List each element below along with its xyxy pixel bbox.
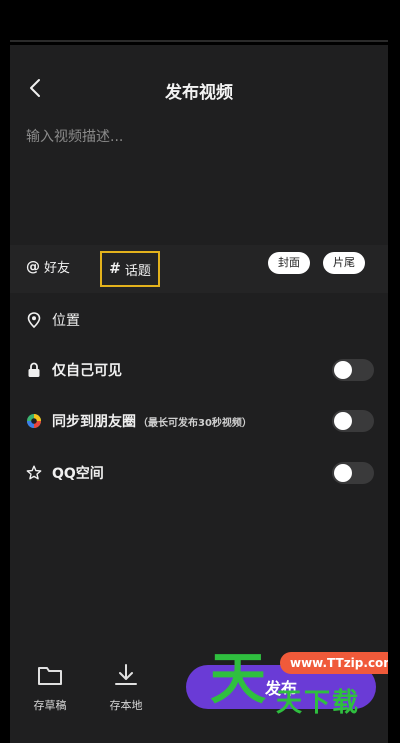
- tail-button[interactable]: 片尾: [323, 252, 365, 274]
- save-draft-button[interactable]: 存草稿: [20, 663, 80, 713]
- qq-toggle[interactable]: [332, 462, 374, 484]
- private-label: 仅自己可见: [52, 363, 122, 379]
- location-label: 位置: [52, 313, 80, 329]
- star-icon: [26, 465, 42, 481]
- friend-label: 好友: [44, 261, 71, 276]
- phone-screen: 发布视频 @ 好友 # 话题 封面 片尾 位置 仅自己可见: [10, 0, 388, 743]
- toggle-knob: [334, 412, 352, 430]
- save-draft-label: 存草稿: [33, 699, 67, 712]
- moments-icon: [26, 413, 42, 429]
- moments-note: （最长可发布30秒视频）: [138, 417, 252, 429]
- at-icon: @: [26, 258, 40, 275]
- topic-label: 话题: [124, 263, 151, 279]
- qq-label: QQ空间: [52, 466, 104, 482]
- save-local-label: 存本地: [109, 699, 143, 712]
- toggle-knob: [334, 464, 352, 482]
- divider: [10, 40, 388, 42]
- toggle-knob: [334, 361, 352, 379]
- location-pin-icon: [26, 312, 42, 328]
- mention-friend-button[interactable]: @ 好友: [26, 257, 71, 277]
- description-input[interactable]: [26, 126, 372, 236]
- status-bar: [10, 0, 388, 45]
- topic-button[interactable]: # 话题: [100, 251, 160, 287]
- moments-label: 同步到朋友圈: [52, 414, 136, 430]
- bottom-bar: 存草稿 存本地 发布: [10, 655, 388, 743]
- page-title: 发布视频: [165, 83, 233, 103]
- tag-row: @ 好友 # 话题 封面 片尾: [10, 245, 388, 293]
- qq-row: QQ空间: [26, 458, 376, 488]
- lock-icon: [26, 362, 42, 378]
- moments-toggle[interactable]: [332, 410, 374, 432]
- private-toggle[interactable]: [332, 359, 374, 381]
- save-local-button[interactable]: 存本地: [96, 663, 156, 713]
- publish-button[interactable]: 发布: [186, 665, 376, 709]
- private-row: 仅自己可见: [26, 355, 376, 385]
- folder-icon: [38, 667, 62, 685]
- location-row[interactable]: 位置: [26, 305, 376, 335]
- moments-row: 同步到朋友圈 （最长可发布30秒视频）: [26, 406, 376, 436]
- header: 发布视频: [10, 60, 388, 118]
- hash-icon: #: [109, 261, 121, 277]
- cover-button[interactable]: 封面: [268, 252, 310, 274]
- download-icon: [115, 664, 137, 685]
